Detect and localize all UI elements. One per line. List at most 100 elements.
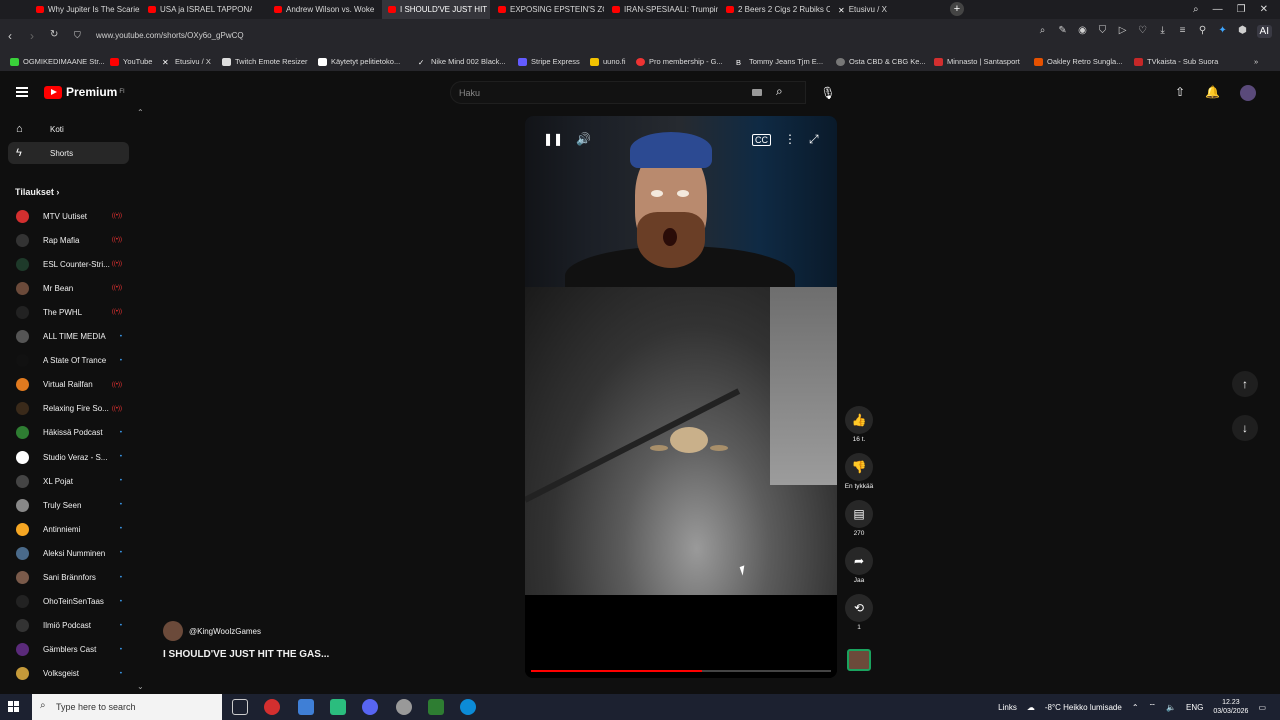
windows-start-icon[interactable] (8, 701, 20, 713)
steam-icon[interactable] (396, 699, 412, 715)
media-icon[interactable] (428, 699, 444, 715)
sidebar-subscription-item[interactable]: Sani Brännfors • (16, 570, 136, 586)
comments-button[interactable]: ▤ 270 (842, 500, 876, 537)
menu-icon[interactable]: ≡ (1177, 25, 1189, 38)
video-progress-bar[interactable] (531, 670, 831, 672)
sidebar-subscription-item[interactable]: Häkissä Podcast • (16, 425, 136, 441)
channel-thumbnail[interactable] (847, 649, 871, 671)
app-icon[interactable] (298, 699, 314, 715)
youtube-premium-logo[interactable]: Premium FI (44, 85, 125, 99)
short-video-player[interactable]: ❚❚ 🔊 CC ⋮ ⤢ (525, 116, 837, 678)
close-icon[interactable]: ✕ (1260, 4, 1268, 15)
browser-tab[interactable]: Andrew Wilson vs. Woke (268, 0, 380, 19)
discord-icon[interactable] (362, 699, 378, 715)
bookmark[interactable]: OGMIKEDIMAANE Str... (10, 57, 105, 66)
shield-icon[interactable]: ⛉ (74, 30, 81, 41)
edge-icon[interactable] (460, 699, 476, 715)
browser-tab[interactable]: USA ja ISRAEL TAPPONAT (142, 0, 252, 19)
notifications-icon[interactable]: ▭ (1258, 703, 1266, 712)
pause-icon[interactable]: ❚❚ (543, 132, 563, 146)
spreadsheet-icon[interactable] (330, 699, 346, 715)
dislike-button[interactable]: 👎 En tykkää (842, 453, 876, 490)
sidebar-subscription-item[interactable]: Mr Bean ((•)) (16, 280, 136, 296)
bookmark[interactable]: uuno.fi (590, 57, 626, 66)
url-field[interactable]: www.youtube.com/shorts/OXy6o_gPwCQ (96, 31, 244, 40)
sidebar-subscription-item[interactable]: Ilmiö Podcast • (16, 618, 136, 634)
opera-icon[interactable] (264, 699, 280, 715)
weather-icon[interactable]: ☁ (1027, 703, 1035, 712)
remix-button[interactable]: ⟲ 1 (842, 594, 876, 631)
bookmarks-overflow-icon[interactable]: » (1254, 57, 1258, 66)
sidebar-subscription-item[interactable]: Virtual Railfan ((•)) (16, 377, 136, 393)
more-options-icon[interactable]: ⋮ (784, 132, 796, 146)
sidebar-subscription-item[interactable]: Antinniemi • (16, 521, 136, 537)
weather-text[interactable]: -8°C Heikko lumisade (1045, 703, 1122, 712)
search-icon[interactable]: ⌕ (1037, 25, 1049, 38)
sidebar-subscription-item[interactable]: XL Pojat • (16, 473, 136, 489)
back-icon[interactable]: ‹ (8, 29, 12, 43)
bookmark[interactable]: TVkaista - Sub Suora (1134, 57, 1218, 66)
captions-icon[interactable]: CC (752, 134, 771, 146)
sidebar-subscription-item[interactable]: MTV Uutiset ((•)) (16, 208, 136, 224)
scroll-down-icon[interactable]: ⌄ (137, 682, 144, 691)
sidebar-subscription-item[interactable]: A State Of Trance • (16, 353, 136, 369)
language-indicator[interactable]: ENG (1186, 703, 1203, 712)
search-tabs-icon[interactable]: ⌕ (1193, 4, 1199, 15)
account-icon[interactable]: ⚲ (1197, 25, 1209, 38)
links-toolbar[interactable]: Links (998, 703, 1017, 712)
ai-button[interactable]: AI (1256, 25, 1272, 38)
bookmark[interactable]: Twitch Emote Resizer (222, 57, 308, 66)
avatar[interactable] (1240, 85, 1256, 101)
browser-tab[interactable]: 2 Beers 2 Cigs 2 Rubiks Cu (720, 0, 830, 19)
bookmark[interactable]: Minnasto | Santasport (934, 57, 1020, 66)
keyboard-icon[interactable] (752, 89, 762, 96)
bookmark[interactable]: ✓ Nike Mind 002 Black... (418, 57, 506, 67)
fullscreen-icon[interactable]: ⤢ (809, 132, 819, 147)
previous-short-button[interactable]: ↑ (1232, 371, 1258, 397)
sidebar-subscription-item[interactable]: Gämblers Cast • (16, 642, 136, 658)
minimize-icon[interactable]: — (1213, 4, 1223, 15)
camera-icon[interactable]: ◉ (1077, 25, 1089, 38)
task-view-icon[interactable] (232, 699, 248, 715)
network-icon[interactable]: ⌔ (1149, 702, 1157, 712)
maximize-icon[interactable]: ❐ (1237, 4, 1246, 15)
browser-tab[interactable]: IRAN-SPESIAALI: Trumpin (606, 0, 718, 19)
sidebar-subscription-item[interactable]: The PWHL ((•)) (16, 304, 136, 320)
sidebar-subscription-item[interactable]: Studio Veraz - S... • (16, 449, 136, 465)
share-button[interactable]: ➦ Jaa (842, 547, 876, 584)
reload-icon[interactable]: ↻ (50, 29, 58, 40)
box-icon[interactable]: ⬢ (1237, 25, 1249, 38)
sidebar-item-home[interactable]: ⌂ Koti (8, 118, 129, 140)
shield-icon[interactable]: ⛉ (1097, 25, 1109, 38)
channel-owner[interactable]: @KingWoolzGames (163, 621, 261, 641)
sidebar-subscription-item[interactable]: ESL Counter-Stri... ((•)) (16, 256, 136, 272)
browser-tab-active[interactable]: I SHOULD'VE JUST HIT (382, 0, 490, 19)
sidebar-subscription-item[interactable]: Truly Seen • (16, 497, 136, 513)
taskbar-search-input[interactable]: ⌕ Type here to search (32, 694, 222, 720)
bookmark[interactable]: YouTube (110, 57, 152, 66)
scroll-up-icon[interactable]: ⌃ (137, 108, 144, 117)
volume-icon[interactable]: 🔈 (1166, 703, 1176, 712)
play-icon[interactable]: ▷ (1117, 25, 1129, 38)
bookmark[interactable]: Stripe Express (518, 57, 580, 66)
browser-tab[interactable]: EXPOSING EPSTEIN'S ZOR (492, 0, 604, 19)
bookmark[interactable]: B Tommy Jeans Tjm E... (736, 57, 823, 67)
bookmark[interactable]: Pro membership - G... (636, 57, 723, 66)
upload-icon[interactable]: ⇧ (1175, 85, 1185, 101)
sidebar-subscription-item[interactable]: ALL TIME MEDIA • (16, 329, 136, 345)
browser-tab[interactable]: ✕ Etusivu / X (832, 0, 942, 19)
sidebar-subscription-item[interactable]: Volksgeist • (16, 666, 136, 682)
bookmark[interactable]: ✕ Etusivu / X (162, 57, 211, 67)
volume-icon[interactable]: 🔊 (576, 132, 591, 146)
like-button[interactable]: 👍 16 t. (842, 406, 876, 443)
sidebar-item-shorts[interactable]: ϟ Shorts (8, 142, 129, 164)
sidebar-subscription-item[interactable]: Aleksi Numminen • (16, 545, 136, 561)
heart-icon[interactable]: ♡ (1137, 25, 1149, 38)
sidebar-subscription-item[interactable]: Rap Mafia ((•)) (16, 232, 136, 248)
clock[interactable]: 12.23 03/03/2026 (1213, 698, 1248, 716)
bookmark[interactable]: Käytetyt pelitietoko... (318, 57, 400, 66)
microphone-icon[interactable]: 🎙 (818, 83, 838, 103)
new-tab-button[interactable]: + (950, 2, 964, 16)
menu-icon[interactable] (16, 87, 28, 97)
sidebar-subscription-item[interactable]: OhoTeinSenTaas • (16, 594, 136, 610)
